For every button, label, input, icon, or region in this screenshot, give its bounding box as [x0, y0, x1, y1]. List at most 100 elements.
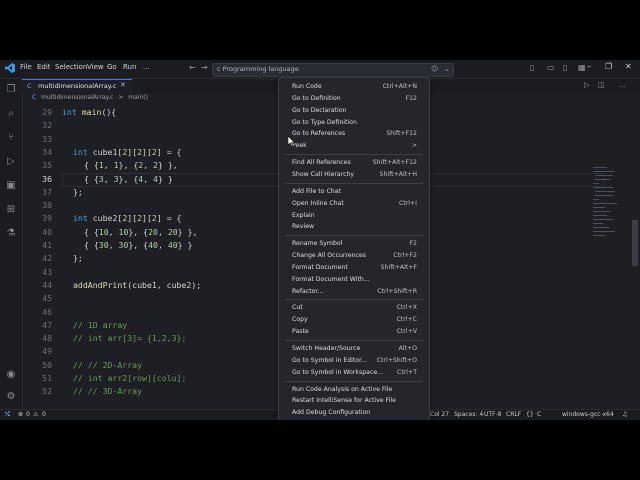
menu-selection[interactable]: Selection [55, 63, 87, 71]
source-control-icon[interactable]: ⑂ [4, 131, 18, 145]
code-line[interactable]: // // 3D-Array [73, 386, 142, 396]
vscode-logo-icon[interactable] [5, 63, 15, 73]
warnings-icon[interactable]: ⚠ [33, 411, 38, 418]
menu-item-label: Go to Type Definition [292, 118, 357, 126]
menu-item-format-document[interactable]: Format Document Shift+Alt+F [279, 262, 429, 273]
menu-item-add-debug-configuration[interactable]: Add Debug Configuration [279, 407, 429, 418]
code-line[interactable]: }; [73, 187, 83, 197]
code-line[interactable]: }; [73, 253, 83, 263]
menu-more[interactable]: ... [143, 63, 150, 71]
menu-item-change-all-occurrences[interactable]: Change All Occurrences Ctrl+F2 [279, 250, 429, 261]
account-icon[interactable]: ◉ [4, 368, 18, 382]
line-endings[interactable]: CRLF [506, 411, 521, 418]
editor-scrollbar[interactable] [632, 220, 638, 266]
command-center-search[interactable]: c Programming language ☺ ⌄ [212, 63, 454, 77]
menu-separator [285, 340, 423, 341]
remote-indicator-icon[interactable]: ⤭ [5, 411, 10, 419]
c-configuration[interactable]: windows-gcc-x64 [562, 411, 614, 418]
menu-item-go-to-symbol-in-workspace[interactable]: Go to Symbol in Workspace... Ctrl+T [279, 367, 429, 378]
breadcrumb-symbol[interactable]: main() [128, 94, 148, 101]
encoding[interactable]: UTF-8 [484, 411, 502, 418]
errors-count[interactable]: 0 [26, 411, 30, 418]
explorer-icon[interactable]: ❐ [4, 83, 18, 97]
notifications-bell-icon[interactable]: ♫ [622, 411, 627, 418]
forward-arrow-icon[interactable]: → [201, 63, 208, 72]
menu-item-go-to-declaration[interactable]: Go to Declaration [279, 105, 429, 116]
code-line[interactable]: { {1, 1}, {2, 2} }, [84, 160, 178, 170]
menu-item-format-document-with[interactable]: Format Document With... [279, 274, 429, 285]
menu-separator [285, 235, 423, 237]
menu-item-refactor[interactable]: Refactor... Ctrl+Shift+R [279, 286, 429, 297]
menu-item-go-to-symbol-in-editor[interactable]: Go to Symbol in Editor... Ctrl+Shift+O [279, 355, 429, 366]
toggle-panel-icon[interactable]: ▭ [547, 63, 555, 72]
menu-item-label: Show Call Hierarchy [292, 170, 355, 178]
menu-separator [285, 154, 423, 156]
menu-item-find-all-references[interactable]: Find All References Shift+Alt+F12 [279, 157, 429, 168]
code-line[interactable]: { {30, 30}, {40, 40} } [84, 240, 192, 250]
errors-icon[interactable]: ⊗ [18, 411, 23, 418]
breadcrumb-file[interactable]: multidimensionalArray.c [41, 94, 113, 101]
menu-item-restart-intellisense-for-active-file[interactable]: Restart IntelliSense for Active File [279, 395, 429, 406]
more-actions-icon[interactable]: … [619, 81, 626, 89]
code-line[interactable]: { {10, 10}, {20, 20} }, [84, 227, 197, 237]
code-line[interactable]: // // 2D-Array [73, 360, 142, 370]
menu-item-show-call-hierarchy[interactable]: Show Call Hierarchy Shift+Alt+H [279, 169, 429, 180]
toggle-secondary-sidebar-icon[interactable]: ▯ [563, 63, 567, 72]
search-icon[interactable]: ⌕ [4, 107, 18, 121]
menu-item-open-inline-chat[interactable]: Open Inline Chat Ctrl+I [279, 198, 429, 209]
menu-item-rename-symbol[interactable]: Rename Symbol F2 [279, 238, 429, 249]
code-line[interactable]: int cube1[2][2][2] = { [73, 147, 182, 157]
menu-file[interactable]: File [20, 63, 32, 71]
toggle-primary-sidebar-icon[interactable]: ▯ [530, 63, 534, 72]
extensions-icon[interactable]: ⊞ [4, 203, 18, 217]
settings-gear-icon[interactable]: ⚙ [4, 390, 18, 404]
run-debug-icon[interactable]: ▷ [4, 155, 18, 169]
back-arrow-icon[interactable]: ← [189, 63, 196, 72]
testing-icon[interactable]: ⚗ [4, 227, 18, 241]
code-line[interactable]: int cube2[2][2][2] = { [73, 213, 182, 223]
code-line[interactable]: // int arr2[row][colu]; [73, 373, 186, 383]
warnings-count[interactable]: 0 [42, 411, 46, 418]
remote-explorer-icon[interactable]: ▣ [4, 179, 18, 193]
maximize-button[interactable]: ❐ [605, 62, 612, 71]
close-tab-icon[interactable]: ✕ [120, 81, 126, 89]
copilot-icon[interactable]: ☺ [431, 65, 438, 73]
indentation[interactable]: Spaces: 4 [454, 411, 483, 418]
menu-item-paste[interactable]: Paste Ctrl+V [279, 326, 429, 337]
minimap[interactable] [585, 105, 625, 409]
menu-item-review[interactable]: Review [279, 221, 429, 232]
customize-layout-icon[interactable]: ▦ [578, 63, 586, 72]
menu-item-go-to-definition[interactable]: Go to Definition F12 [279, 93, 429, 104]
menu-run[interactable]: Run [123, 63, 136, 71]
menu-item-run-code[interactable]: Run Code Ctrl+Alt+N [279, 81, 429, 92]
cursor-position[interactable]: Col 27 [430, 411, 449, 418]
split-editor-icon[interactable]: ◫ [598, 81, 605, 89]
run-code-icon[interactable]: ▷ [584, 81, 589, 89]
menu-item-run-code-analysis-on-active-file[interactable]: Run Code Analysis on Active File [279, 384, 429, 395]
minimap-line [593, 235, 605, 236]
menu-item-copy[interactable]: Copy Ctrl+C [279, 314, 429, 325]
menu-edit[interactable]: Edit [37, 63, 51, 71]
menu-item-label: Go to Symbol in Editor... [292, 356, 367, 364]
chevron-down-icon[interactable]: ⌄ [444, 65, 450, 73]
code-line[interactable]: addAndPrint(cube1, cube2); [73, 280, 201, 290]
code-line[interactable]: { {3, 3}, {4, 4} } [84, 174, 173, 184]
close-window-button[interactable]: ✕ [625, 62, 632, 71]
menu-item-explain[interactable]: Explain [279, 210, 429, 221]
menu-item-go-to-references[interactable]: Go to References Shift+F12 [279, 128, 429, 139]
language-mode[interactable]: C [537, 411, 541, 418]
menu-view[interactable]: View [87, 63, 104, 71]
code-line[interactable]: // int arr[3]= {1,2,3}; [73, 333, 186, 343]
menu-item-peek[interactable]: Peek > [279, 140, 429, 151]
code-line[interactable]: // 1D array [73, 320, 127, 330]
menu-item-go-to-type-definition[interactable]: Go to Type Definition [279, 117, 429, 128]
minimize-button[interactable]: – [587, 62, 591, 71]
menu-item-add-file-to-chat[interactable]: Add File to Chat [279, 186, 429, 197]
line-number: 41 [42, 240, 52, 250]
code-line[interactable]: int main(){ [62, 107, 116, 117]
menu-item-cut[interactable]: Cut Ctrl+X [279, 302, 429, 313]
line-number: 45 [42, 293, 52, 304]
menu-item-switch-header-source[interactable]: Switch Header/Source Alt+O [279, 343, 429, 354]
tab-multidimensional-array[interactable]: C multidimensionalArray.c ✕ [22, 79, 132, 94]
menu-go[interactable]: Go [107, 63, 117, 71]
